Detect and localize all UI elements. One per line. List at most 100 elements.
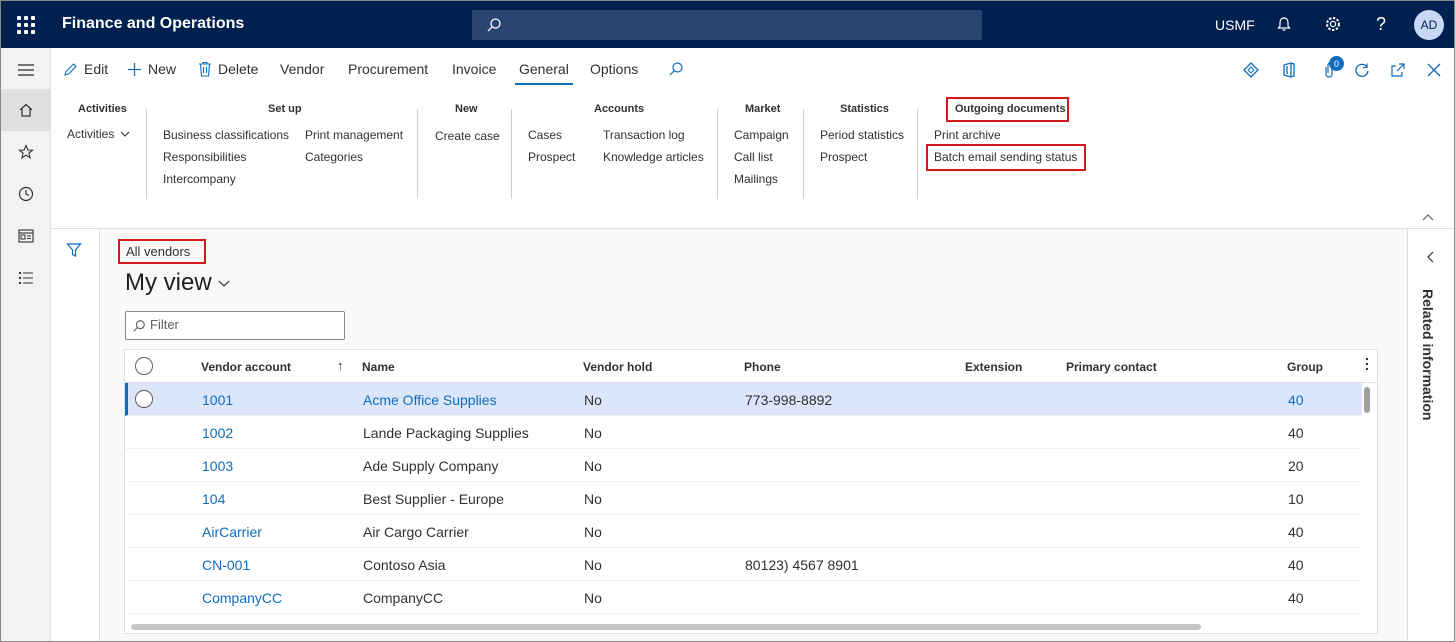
cell-vendor-account[interactable]: CN-001 — [202, 557, 250, 573]
cell-vendor-account[interactable]: 1001 — [202, 392, 233, 408]
transaction-log-link[interactable]: Transaction log — [603, 128, 685, 142]
statistics-prospect-link[interactable]: Prospect — [820, 150, 867, 164]
column-header-primary-contact[interactable]: Primary contact — [1066, 360, 1157, 374]
table-row[interactable]: 1001 Acme Office Supplies No 773-998-889… — [125, 383, 1362, 416]
divider — [511, 109, 512, 199]
column-header-vendor-account[interactable]: Vendor account — [201, 360, 291, 374]
avatar[interactable]: AD — [1414, 10, 1444, 40]
cases-link[interactable]: Cases — [528, 128, 562, 142]
filter-field[interactable] — [125, 311, 345, 340]
column-header-name[interactable]: Name — [362, 360, 395, 374]
table-row[interactable]: CN-001 Contoso Asia No 80123) 4567 8901 … — [125, 548, 1362, 581]
star-icon[interactable] — [16, 142, 36, 162]
tab-invoice[interactable]: Invoice — [452, 61, 496, 77]
home-icon[interactable] — [16, 100, 36, 120]
cell-group[interactable]: 40 — [1288, 392, 1304, 408]
batch-email-sending-status-link[interactable]: Batch email sending status — [934, 150, 1077, 164]
prospect-link[interactable]: Prospect — [528, 150, 575, 164]
clock-icon[interactable] — [16, 184, 36, 204]
cell-vendor-hold: No — [584, 524, 602, 540]
search-icon — [487, 18, 501, 32]
cell-vendor-account[interactable]: 104 — [202, 491, 225, 507]
horizontal-scrollbar[interactable] — [131, 624, 1201, 630]
workspace-icon[interactable] — [16, 226, 36, 246]
cell-name[interactable]: Acme Office Supplies — [363, 392, 497, 408]
cell-vendor-account[interactable]: CompanyCC — [202, 590, 282, 606]
create-case-link[interactable]: Create case — [435, 129, 500, 143]
group-title-market: Market — [745, 103, 781, 115]
row-select-radio[interactable] — [135, 390, 153, 408]
categories-link[interactable]: Categories — [305, 150, 363, 164]
column-header-vendor-hold[interactable]: Vendor hold — [583, 360, 652, 374]
breadcrumb[interactable]: All vendors — [118, 239, 206, 264]
cell-vendor-account[interactable]: AirCarrier — [202, 524, 262, 540]
group-title-accounts: Accounts — [594, 103, 645, 115]
print-archive-link[interactable]: Print archive — [934, 128, 1001, 142]
chevron-down-icon — [120, 131, 130, 137]
sort-ascending-icon[interactable]: ↑ — [337, 358, 344, 373]
filter-input[interactable] — [150, 317, 330, 332]
divider — [917, 109, 918, 199]
list-icon[interactable] — [16, 268, 36, 288]
business-classifications-link[interactable]: Business classifications — [163, 128, 289, 142]
cell-vendor-account[interactable]: 1003 — [202, 458, 233, 474]
view-selector[interactable]: My view — [125, 269, 230, 297]
help-icon[interactable]: ? — [1371, 14, 1391, 34]
chevron-down-icon — [218, 280, 230, 287]
vertical-scrollbar[interactable] — [1364, 387, 1370, 413]
hamburger-icon[interactable] — [16, 60, 36, 80]
campaign-link[interactable]: Campaign — [734, 128, 789, 142]
app-title[interactable]: Finance and Operations — [62, 15, 244, 33]
activities-dropdown[interactable]: Activities — [67, 127, 130, 141]
knowledge-articles-link[interactable]: Knowledge articles — [603, 150, 704, 164]
tab-options[interactable]: Options — [590, 61, 638, 77]
close-icon[interactable] — [1424, 60, 1444, 80]
table-row[interactable]: AirCarrier Air Cargo Carrier No 40 — [125, 515, 1362, 548]
left-navigation — [1, 48, 51, 641]
bell-icon[interactable] — [1274, 14, 1294, 34]
office-icon[interactable] — [1279, 60, 1299, 80]
tab-general[interactable]: General — [515, 61, 573, 85]
filter-icon[interactable] — [66, 242, 82, 261]
table-row[interactable]: 104 Best Supplier - Europe No 10 — [125, 482, 1362, 515]
table-row[interactable]: 1003 Ade Supply Company No 20 — [125, 449, 1362, 482]
column-header-group[interactable]: Group — [1287, 360, 1323, 374]
table-row[interactable]: CompanyCC CompanyCC No 40 — [125, 581, 1362, 614]
responsibilities-link[interactable]: Responsibilities — [163, 150, 246, 164]
cell-vendor-hold: No — [584, 557, 602, 573]
more-options-icon[interactable] — [1365, 357, 1369, 374]
related-information-pane[interactable]: Related information — [1407, 229, 1454, 641]
plus-icon — [128, 62, 141, 76]
global-search-box[interactable] — [472, 10, 982, 40]
column-header-phone[interactable]: Phone — [744, 360, 781, 374]
waffle-icon[interactable] — [15, 14, 35, 34]
tab-procurement[interactable]: Procurement — [348, 61, 428, 77]
column-header-extension[interactable]: Extension — [965, 360, 1022, 374]
delete-button[interactable]: Delete — [198, 61, 258, 77]
divider — [803, 109, 804, 199]
table-row[interactable]: 1002 Lande Packaging Supplies No 40 — [125, 416, 1362, 449]
refresh-icon[interactable] — [1352, 60, 1372, 80]
mailings-link[interactable]: Mailings — [734, 172, 778, 186]
edit-button[interactable]: Edit — [63, 61, 108, 77]
print-management-link[interactable]: Print management — [305, 128, 403, 142]
select-all-radio[interactable] — [135, 357, 153, 375]
page-title: My view — [125, 269, 212, 296]
chevron-left-icon[interactable] — [1427, 251, 1434, 266]
gear-icon[interactable] — [1323, 14, 1343, 34]
attachment-icon[interactable]: 0 — [1319, 56, 1344, 80]
call-list-link[interactable]: Call list — [734, 150, 773, 164]
new-button[interactable]: New — [127, 61, 176, 77]
group-title-outgoing-documents: Outgoing documents — [955, 103, 1066, 115]
search-actions-icon[interactable] — [668, 61, 684, 77]
period-statistics-link[interactable]: Period statistics — [820, 128, 904, 142]
chevron-up-icon[interactable] — [1422, 209, 1434, 224]
open-in-new-window-icon[interactable] — [1388, 60, 1408, 80]
diamond-icon[interactable] — [1241, 60, 1261, 80]
cell-name: Lande Packaging Supplies — [363, 425, 529, 441]
intercompany-link[interactable]: Intercompany — [163, 172, 236, 186]
company-selector[interactable]: USMF — [1215, 17, 1255, 33]
tab-vendor[interactable]: Vendor — [280, 61, 324, 77]
new-label: New — [148, 61, 177, 77]
cell-vendor-account[interactable]: 1002 — [202, 425, 233, 441]
